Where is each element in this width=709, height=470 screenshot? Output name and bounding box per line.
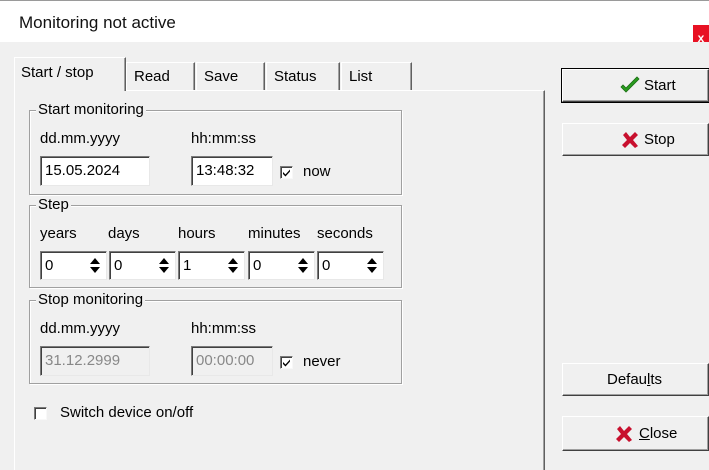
tab-read-label: Read xyxy=(134,68,170,85)
tab-read[interactable]: Read xyxy=(126,62,195,90)
dialog-body: Read Save Status List Start / stop Start… xyxy=(0,42,709,470)
minutes-value: 0 xyxy=(253,257,262,274)
days-value: 0 xyxy=(114,257,123,274)
stop-time-label: hh:mm:ss xyxy=(191,320,257,337)
hours-value: 1 xyxy=(183,257,192,274)
tab-status[interactable]: Status xyxy=(266,62,340,90)
start-time-field[interactable]: 13:48:32 xyxy=(191,156,273,186)
step-label-hours: hours xyxy=(178,225,216,242)
stop-time-value: 00:00:00 xyxy=(196,352,255,369)
spin-arrows-icon[interactable] xyxy=(87,255,103,276)
stop-date-value: 31.12.2999 xyxy=(45,352,121,369)
defaults-label-part: Defau xyxy=(607,371,648,388)
start-time-value: 13:48:32 xyxy=(196,162,255,179)
close-button-label: Close xyxy=(639,425,677,443)
start-monitoring-group: Start monitoring dd.mm.yyyy hh:mm:ss 15.… xyxy=(29,101,402,195)
tab-save-label: Save xyxy=(204,68,239,85)
tab-save[interactable]: Save xyxy=(196,62,265,90)
tab-list-label: List xyxy=(349,68,373,85)
close-button[interactable]: Close xyxy=(562,416,709,451)
start-date-field[interactable]: 15.05.2024 xyxy=(40,156,150,186)
tab-list[interactable]: List xyxy=(341,62,412,90)
red-x-icon xyxy=(622,132,638,148)
step-label-seconds: seconds xyxy=(317,225,373,242)
days-spinner[interactable]: 0 xyxy=(109,251,176,280)
spin-arrows-icon[interactable] xyxy=(364,255,380,276)
spin-arrows-icon[interactable] xyxy=(295,255,311,276)
window-title: Monitoring not active xyxy=(19,13,176,32)
years-value: 0 xyxy=(45,257,54,274)
stop-date-label: dd.mm.yyyy xyxy=(40,320,121,337)
step-group: Step years days hours minutes seconds 0 … xyxy=(29,196,402,288)
minutes-spinner[interactable]: 0 xyxy=(248,251,315,280)
green-checkmark-icon xyxy=(620,76,640,93)
defaults-button[interactable]: Defaults xyxy=(562,363,709,396)
stop-monitoring-legend: Stop monitoring xyxy=(36,291,146,309)
step-label-minutes: minutes xyxy=(248,225,301,242)
now-label: now xyxy=(303,163,331,180)
seconds-spinner[interactable]: 0 xyxy=(317,251,384,280)
red-x-icon xyxy=(616,426,632,442)
never-checkbox[interactable] xyxy=(280,356,293,369)
close-label-part: lose xyxy=(649,425,678,442)
tab-start-stop-label: Start / stop xyxy=(21,64,94,81)
years-spinner[interactable]: 0 xyxy=(40,251,107,280)
seconds-value: 0 xyxy=(322,257,331,274)
stop-button-label: Stop xyxy=(644,131,675,148)
start-button[interactable]: Start xyxy=(561,68,709,103)
start-button-label: Start xyxy=(644,77,676,94)
hours-spinner[interactable]: 1 xyxy=(178,251,245,280)
stop-date-field: 31.12.2999 xyxy=(40,346,150,376)
never-label: never xyxy=(303,353,341,370)
start-time-label: hh:mm:ss xyxy=(191,130,257,147)
switch-device-label: Switch device on/off xyxy=(60,404,194,421)
checkmark-icon xyxy=(283,359,290,367)
stop-button[interactable]: Stop xyxy=(562,123,709,156)
title-bar: Monitoring not active x xyxy=(0,0,709,51)
defaults-button-label: Defaults xyxy=(607,371,662,389)
start-monitoring-legend: Start monitoring xyxy=(36,101,146,119)
step-legend: Step xyxy=(36,196,71,214)
spin-arrows-icon[interactable] xyxy=(156,255,172,276)
stop-time-field: 00:00:00 xyxy=(191,346,273,376)
tab-status-label: Status xyxy=(274,68,317,85)
tab-start-stop[interactable]: Start / stop xyxy=(14,57,126,91)
now-checkbox[interactable] xyxy=(280,166,293,179)
start-date-value: 15.05.2024 xyxy=(45,162,121,179)
defaults-label-part: ts xyxy=(650,371,663,388)
switch-device-checkbox[interactable] xyxy=(34,407,47,420)
start-date-label: dd.mm.yyyy xyxy=(40,130,121,147)
step-label-days: days xyxy=(108,225,140,242)
close-mnemonic: C xyxy=(639,425,650,442)
checkmark-icon xyxy=(283,169,290,177)
step-label-years: years xyxy=(40,225,77,242)
stop-monitoring-group: Stop monitoring dd.mm.yyyy hh:mm:ss 31.1… xyxy=(29,291,402,384)
spin-arrows-icon[interactable] xyxy=(225,255,241,276)
